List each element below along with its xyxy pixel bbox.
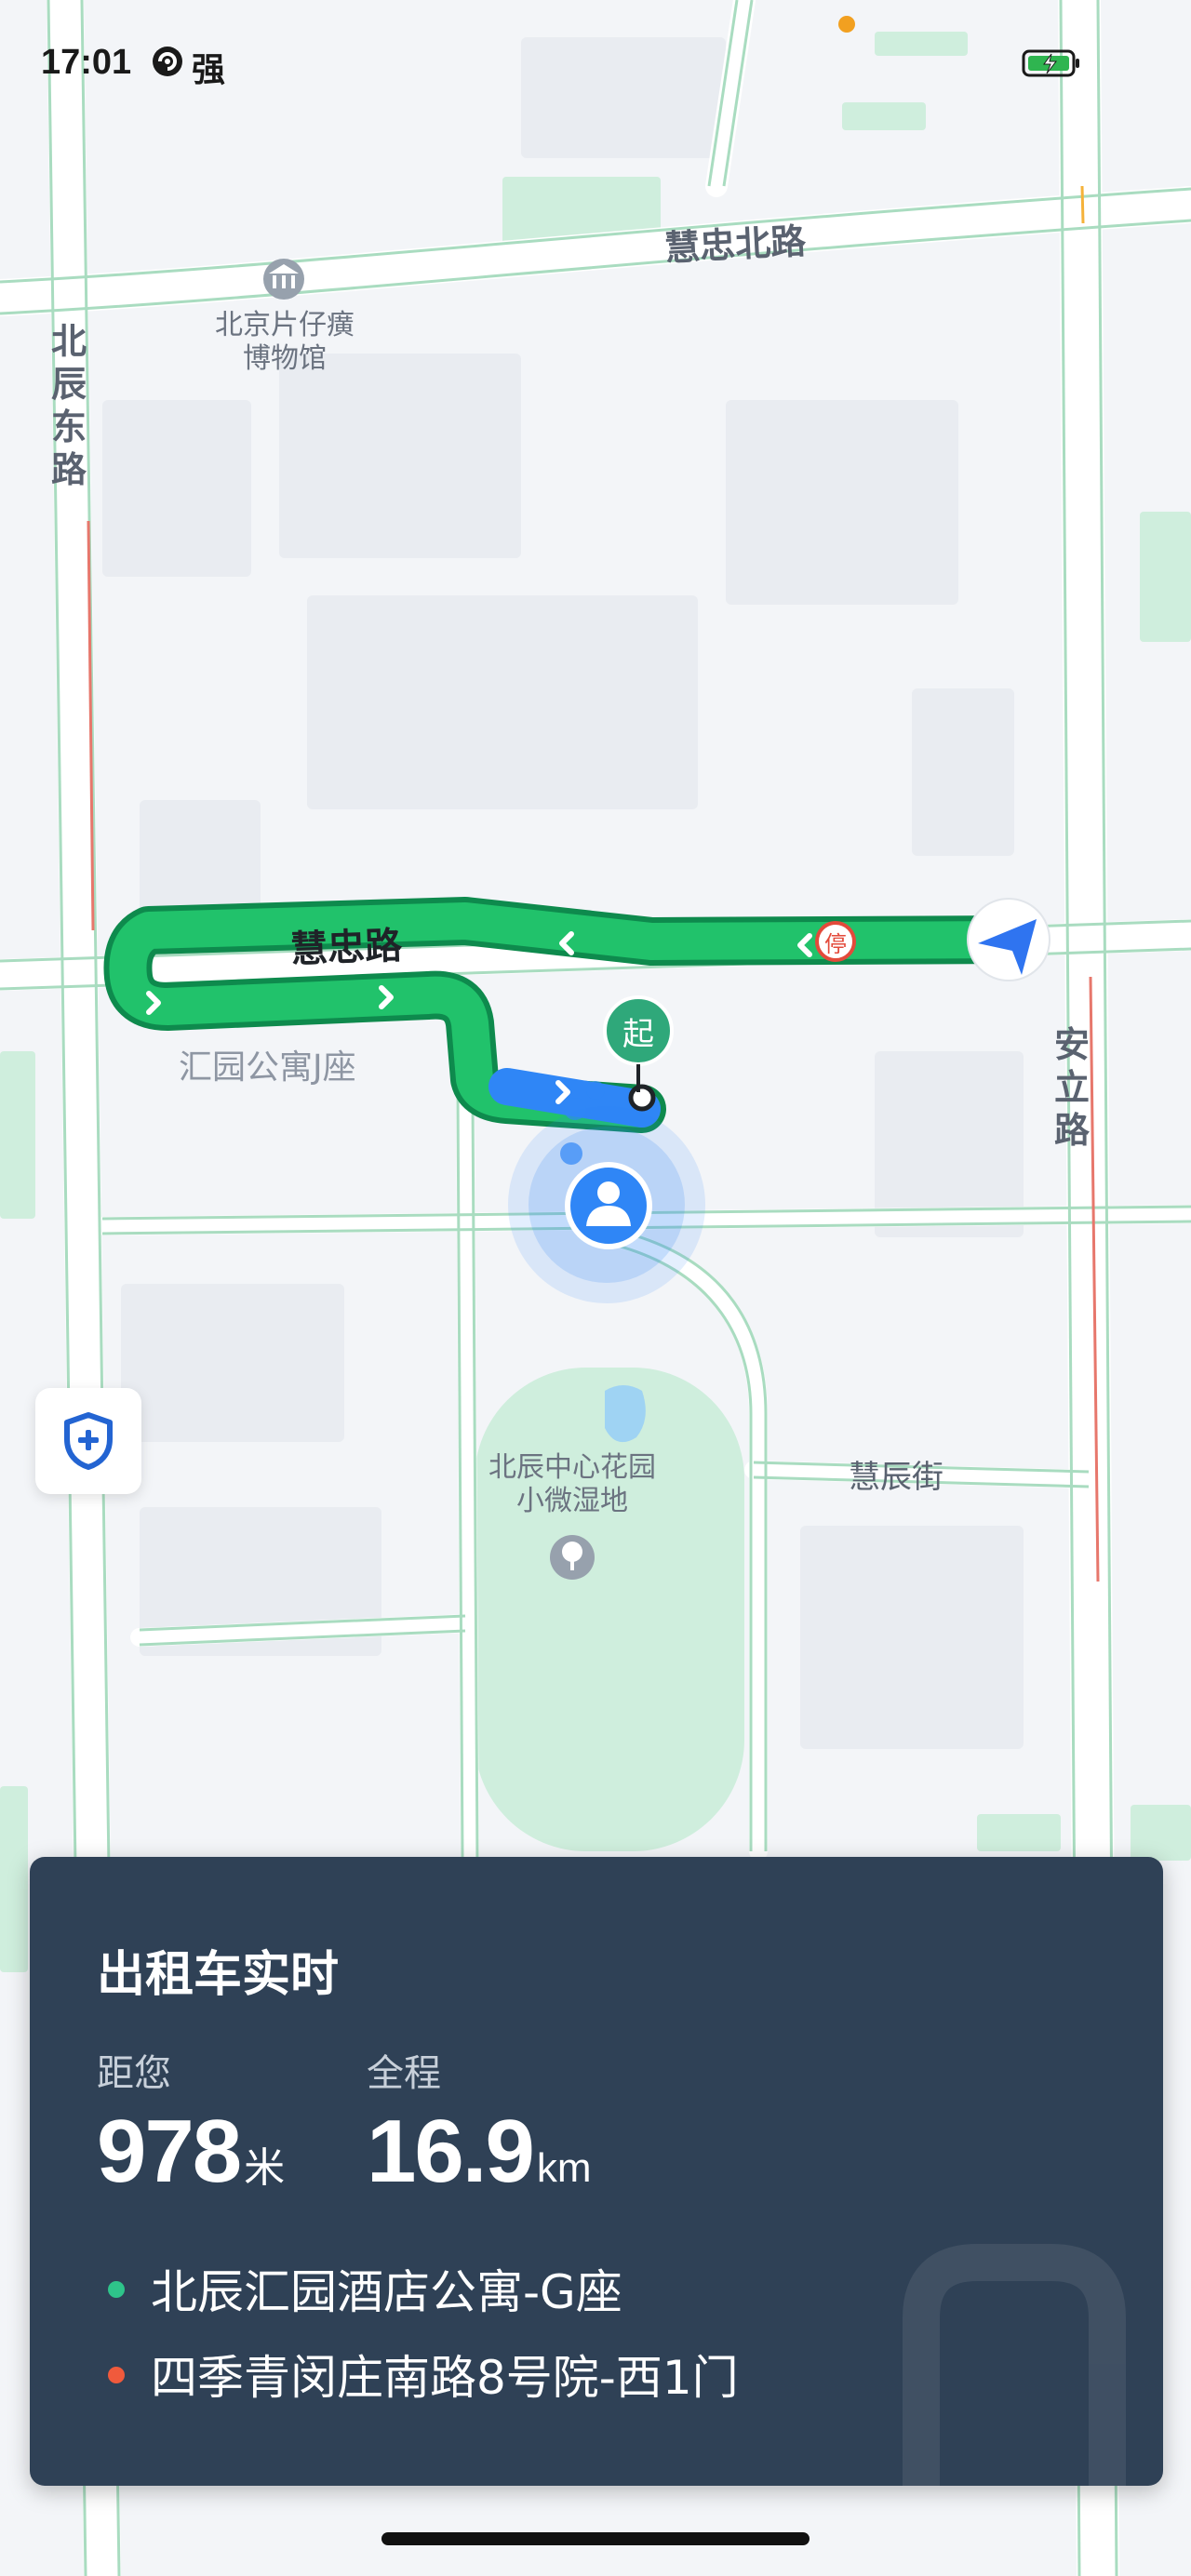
card-title: 出租车实时 [97, 1947, 340, 2003]
distance-label: 距您 [97, 2052, 171, 2095]
start-marker-stem [636, 1064, 640, 1092]
distance-value: 978米 [97, 2101, 285, 2203]
battery-charging-icon [1022, 49, 1079, 77]
poi-park-label[interactable]: 北辰中心花园小微湿地 [484, 1451, 661, 1518]
pickup-address: 北辰汇园酒店公寓-G座 [151, 2265, 622, 2319]
pickup-dot [108, 2281, 125, 2298]
destination-address: 四季青闵庄南路8号院-西1门 [151, 2351, 739, 2405]
network-strength: 强 [192, 51, 226, 89]
total-label: 全程 [367, 2052, 441, 2095]
total-unit: km [536, 2145, 592, 2191]
total-value: 16.9km [367, 2101, 592, 2203]
status-bar: 17:01 强 [0, 0, 1191, 130]
road-label-anli: 安立路 [1053, 1024, 1090, 1151]
safety-center-button[interactable] [35, 1388, 141, 1494]
total-number: 16.9 [367, 2102, 535, 2201]
start-marker[interactable]: 起 [603, 995, 674, 1092]
status-time: 17:01 [41, 43, 132, 82]
home-indicator[interactable] [381, 2532, 810, 2545]
distance-unit: 米 [244, 2145, 286, 2191]
road-label-huichen-street: 慧辰街 [849, 1459, 943, 1496]
card-decoration [903, 2244, 1126, 2486]
vehicle-position-icon [967, 898, 1050, 981]
poi-apartment-label[interactable]: 汇园公寓J座 [179, 1040, 356, 1088]
parking-sign: 停 [824, 931, 847, 957]
road-label-huizhong-north: 慧忠北路 [663, 220, 808, 269]
taxi-trip-card[interactable]: 出租车实时 距您 978米 全程 16.9km 北辰汇园酒店公寓-G座 四季青闵… [30, 1857, 1163, 2486]
shield-plus-icon [64, 1412, 113, 1470]
start-marker-label: 起 [603, 995, 674, 1066]
road-label-huizhong: 慧忠路 [289, 924, 403, 972]
road-label-beichen-east: 北辰东路 [50, 321, 87, 490]
poi-museum-label[interactable]: 北京片仔癀博物馆 [210, 309, 359, 376]
destination-dot [108, 2367, 125, 2383]
signal-swirl-icon [153, 47, 182, 76]
distance-number: 978 [97, 2102, 242, 2201]
museum-icon [263, 259, 304, 300]
park-tree-icon [550, 1535, 595, 1580]
